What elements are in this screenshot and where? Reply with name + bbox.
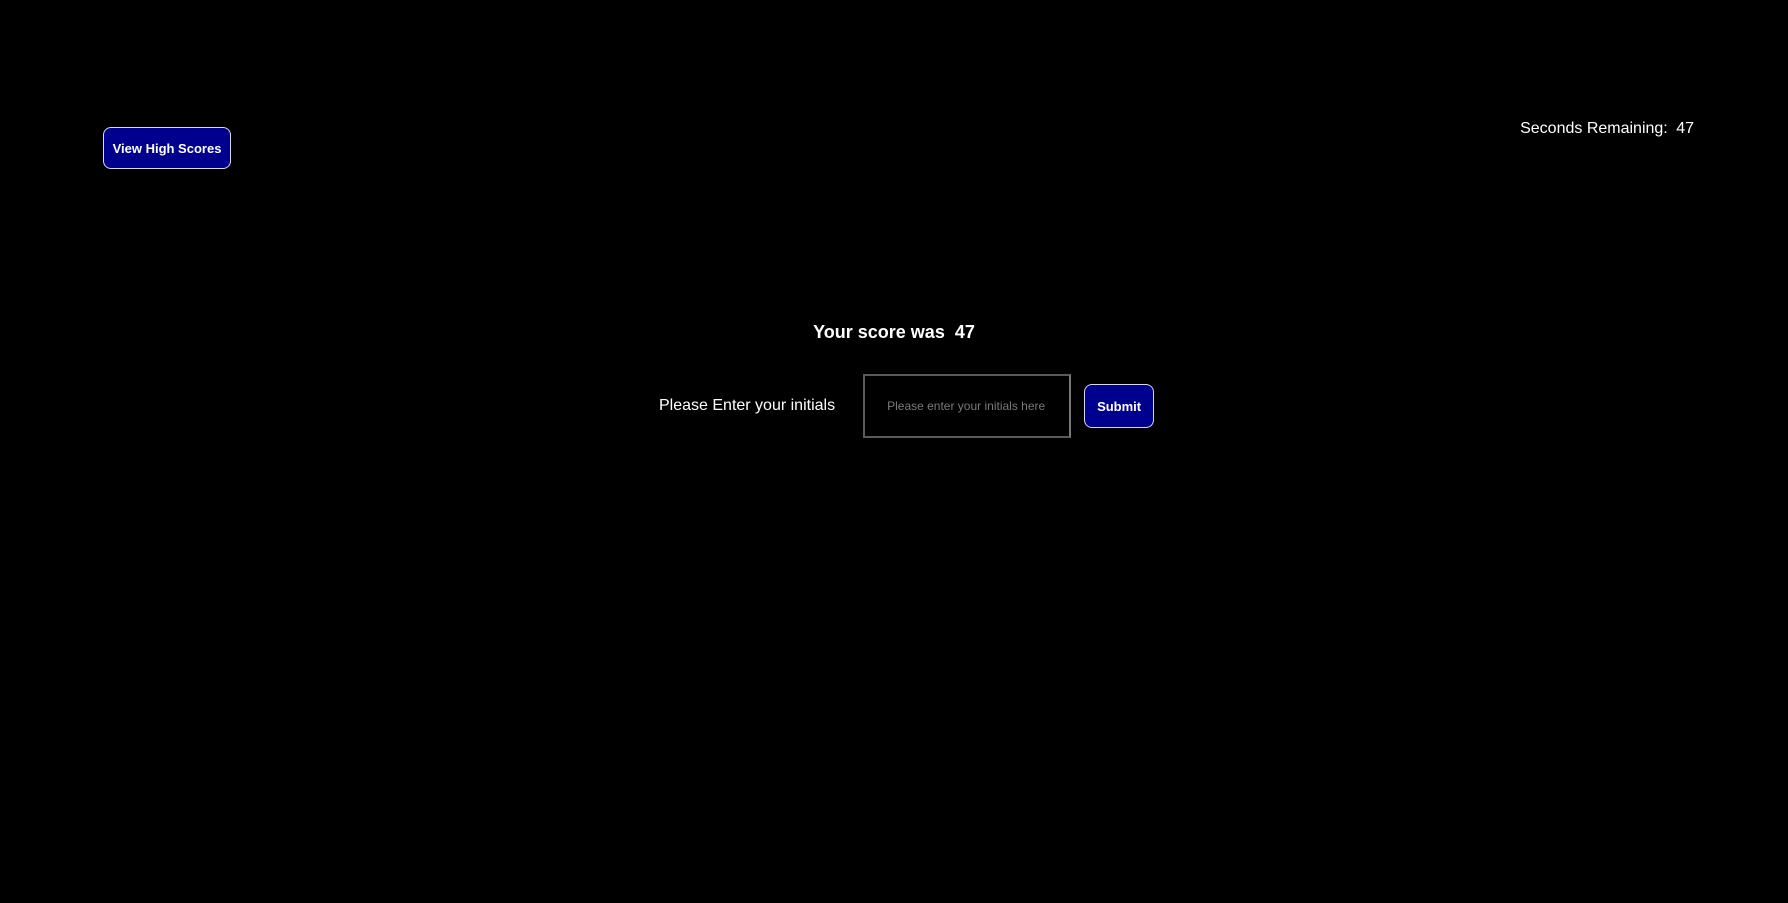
initials-form: Please Enter your initials Submit: [659, 374, 1155, 438]
score-heading: Your score was 47: [0, 322, 1788, 343]
submit-button[interactable]: Submit: [1084, 384, 1155, 428]
quiz-end-screen: View High Scores Seconds Remaining: 47 Y…: [0, 0, 1788, 903]
timer-label: Seconds Remaining:: [1520, 120, 1668, 137]
initials-label: Please Enter your initials: [659, 397, 836, 414]
view-high-scores-button[interactable]: View High Scores: [103, 127, 231, 169]
score-label: Your score was: [813, 322, 945, 342]
score-value: 47: [954, 322, 975, 342]
initials-input[interactable]: [863, 374, 1072, 438]
timer-value: 47: [1676, 120, 1694, 137]
timer: Seconds Remaining: 47: [1520, 120, 1694, 138]
